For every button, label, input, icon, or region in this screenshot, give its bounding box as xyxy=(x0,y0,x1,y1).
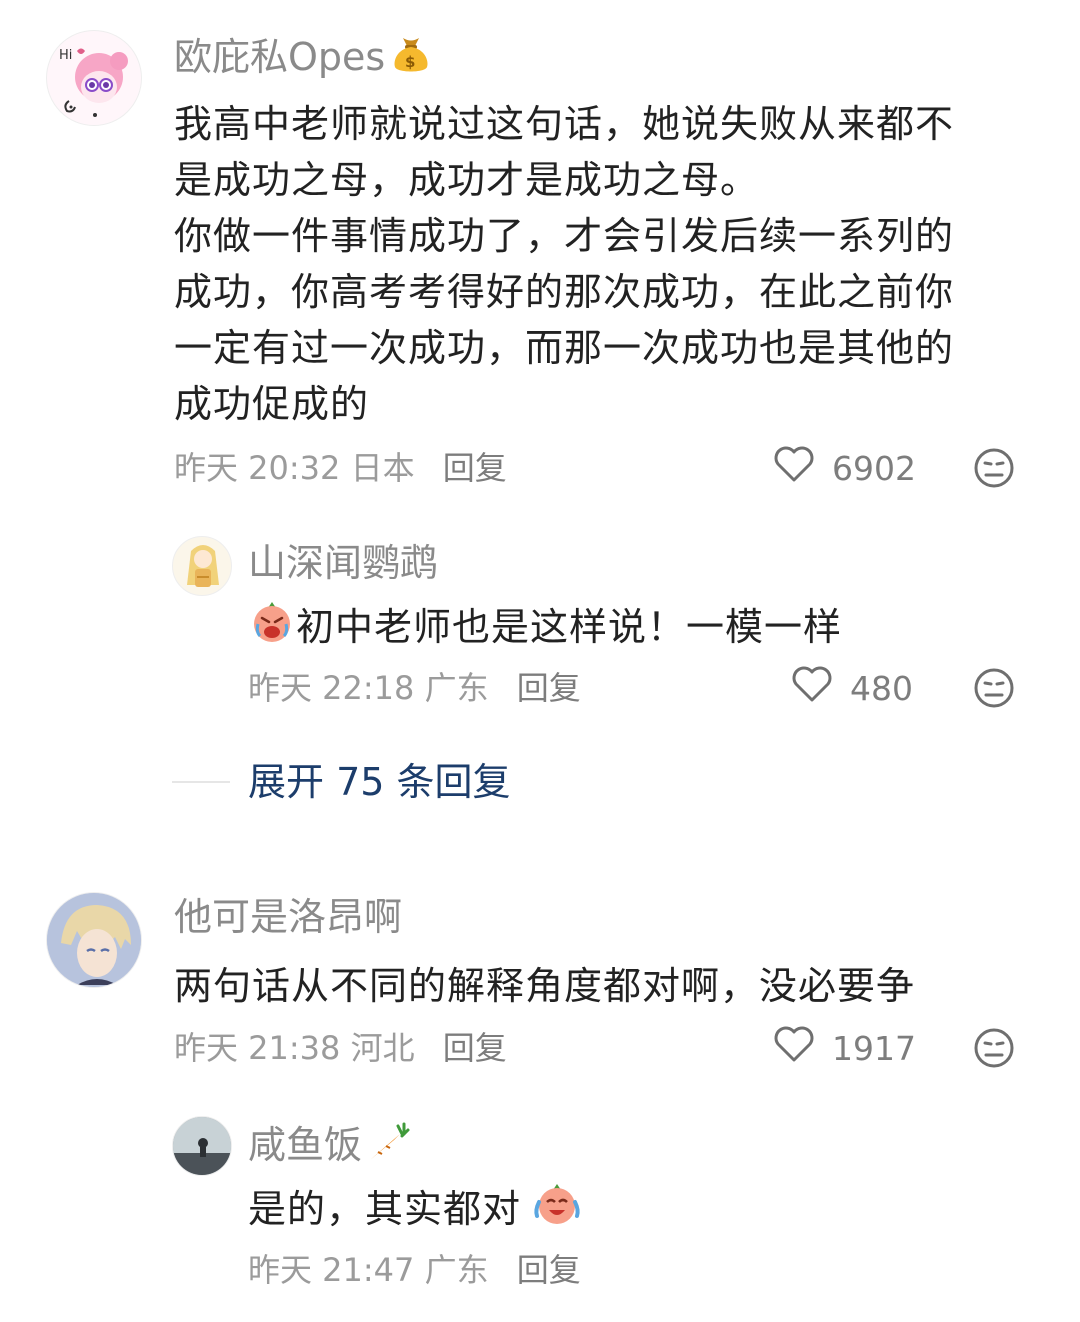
like-button[interactable]: 1917 xyxy=(772,1026,916,1070)
divider xyxy=(172,781,230,783)
comment-line: 成功，你高考考得好的那次成功，在此之前你 xyxy=(174,270,955,314)
location: 广东 xyxy=(424,669,489,707)
crying-face-icon xyxy=(248,598,296,661)
like-button[interactable]: 480 xyxy=(790,666,913,710)
comment-line: 你做一件事情成功了，才会引发后续一系列的 xyxy=(174,214,955,258)
svg-text:$: $ xyxy=(405,53,415,71)
timestamp: 昨天 22:18 xyxy=(248,669,415,707)
dislike-face-icon[interactable] xyxy=(972,1026,1016,1074)
reply-button[interactable]: 回复 xyxy=(517,1251,581,1289)
avatar[interactable] xyxy=(172,1116,232,1176)
dislike-face-icon[interactable] xyxy=(972,446,1016,494)
like-count: 480 xyxy=(850,668,913,708)
username[interactable]: 他可是洛昂啊 xyxy=(174,894,402,940)
money-bag-icon: $ xyxy=(389,32,433,86)
comment-line: 我高中老师就说过这句话，她说失败从来都不 xyxy=(174,102,955,146)
username[interactable]: 山深闻鹦鹉 xyxy=(248,540,438,586)
reply-meta: 昨天 21:47 广东 回复 xyxy=(248,1248,581,1292)
location: 河北 xyxy=(350,1029,415,1067)
comment-line: 两句话从不同的解释角度都对啊，没必要争 xyxy=(174,964,916,1008)
reply-button[interactable]: 回复 xyxy=(517,669,581,707)
avatar[interactable] xyxy=(172,536,232,596)
heart-icon xyxy=(772,444,832,492)
location: 广东 xyxy=(424,1251,489,1289)
location: 日本 xyxy=(350,449,415,487)
comment-meta: 昨天 20:32 日本 回复 xyxy=(174,446,507,490)
comment-text: 两句话从不同的解释角度都对啊，没必要争 xyxy=(174,958,1044,1014)
reply-content: 初中老师也是这样说！一模一样 xyxy=(296,605,843,649)
carrot-icon xyxy=(364,1120,412,1174)
comment-text: 我高中老师就说过这句话，她说失败从来都不 是成功之母，成功才是成功之母。 你做一… xyxy=(174,96,1044,432)
timestamp: 昨天 21:38 xyxy=(174,1029,341,1067)
timestamp: 昨天 21:47 xyxy=(248,1251,415,1289)
reply-text: 是的，其实都对 xyxy=(248,1180,1008,1243)
reply-text: 初中老师也是这样说！一模一样 xyxy=(248,598,1008,661)
reply-button[interactable]: 回复 xyxy=(443,1029,507,1067)
timestamp: 昨天 20:32 xyxy=(174,449,341,487)
avatar[interactable] xyxy=(46,892,142,988)
like-count: 1917 xyxy=(832,1028,916,1068)
comment-line: 是成功之母，成功才是成功之母。 xyxy=(174,158,760,202)
heart-icon xyxy=(772,1024,832,1072)
avatar[interactable]: Hi xyxy=(46,30,142,126)
laughing-tears-face-icon xyxy=(531,1180,583,1243)
reply-content: 是的，其实都对 xyxy=(248,1187,522,1231)
reply-meta: 昨天 22:18 广东 回复 xyxy=(248,666,581,710)
like-button[interactable]: 6902 xyxy=(772,446,916,490)
reply-button[interactable]: 回复 xyxy=(443,449,507,487)
username[interactable]: 欧庇私Opes $ xyxy=(174,32,433,86)
username[interactable]: 咸鱼饭 xyxy=(248,1120,412,1174)
comment-meta: 昨天 21:38 河北 回复 xyxy=(174,1026,507,1070)
like-count: 6902 xyxy=(832,448,916,488)
comment-line: 成功促成的 xyxy=(174,382,370,426)
username-text: 咸鱼饭 xyxy=(248,1123,363,1167)
svg-text:Hi: Hi xyxy=(59,48,72,63)
expand-replies-button[interactable]: 展开 75 条回复 xyxy=(248,758,511,806)
dislike-face-icon[interactable] xyxy=(972,666,1016,714)
comment-line: 一定有过一次成功，而那一次成功也是其他的 xyxy=(174,326,955,370)
username-text: 欧庇私Opes xyxy=(174,35,386,79)
heart-icon xyxy=(790,664,850,712)
